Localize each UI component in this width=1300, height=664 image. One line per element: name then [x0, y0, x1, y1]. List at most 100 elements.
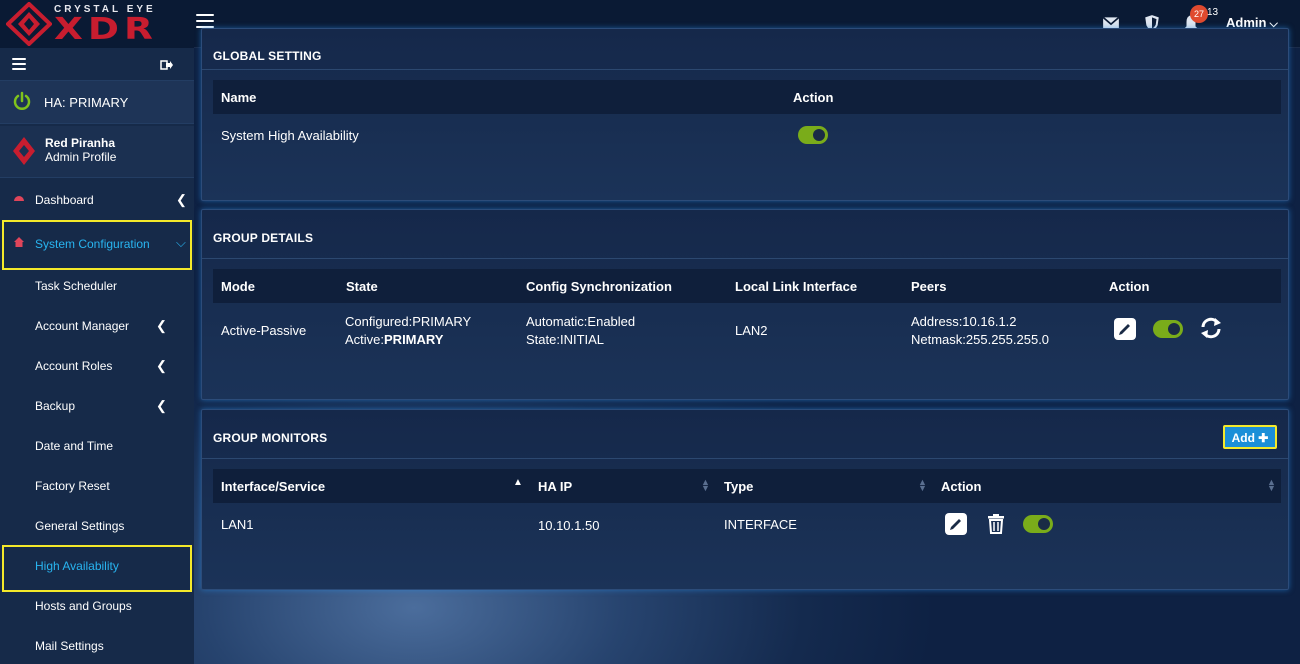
column-header: Local Link Interface [735, 279, 858, 294]
column-header: Action [793, 90, 834, 105]
sidebar-item-label: Factory Reset [35, 479, 110, 493]
ha-status-label: HA: PRIMARY [44, 95, 129, 110]
column-header: Action [1109, 279, 1150, 294]
panel-divider [202, 258, 1288, 259]
sidebar-item-label: System Configuration [35, 237, 150, 251]
chevron-left-icon: ❮ [156, 318, 167, 333]
home-icon [14, 237, 24, 247]
monitor-ha-ip: 10.10.1.50 [538, 518, 600, 533]
panel-divider [202, 69, 1288, 70]
mode-value: Active-Passive [221, 323, 307, 338]
edit-monitor-button[interactable] [945, 513, 967, 535]
sidebar-item-label: Hosts and Groups [35, 599, 132, 613]
sidebar-item-date-and-time[interactable]: Date and Time [0, 426, 194, 466]
system-ha-toggle[interactable] [798, 126, 828, 144]
column-header-type[interactable]: Type [724, 479, 753, 494]
sidebar-item-label: Backup [35, 399, 76, 413]
add-button-label: Add [1231, 431, 1255, 445]
sync-state: State:INITIAL [526, 332, 605, 347]
column-header-ha-ip[interactable]: HA IP [538, 479, 572, 494]
profile-avatar-icon [13, 137, 35, 165]
chevron-down-icon: ⌵ [176, 235, 186, 250]
sort-ascending-icon[interactable]: ▲ [513, 478, 523, 488]
sort-icon[interactable]: ▲ ▼ [918, 478, 927, 493]
peer-address: Address:10.16.1.2 [911, 314, 1017, 329]
column-header: Name [221, 90, 257, 105]
sidebar-menu: Dashboard ❮ System Configuration ⌵ Task … [0, 180, 194, 664]
column-header: Mode [221, 279, 255, 294]
panel-title: GROUP MONITORS [213, 431, 328, 445]
dashboard-icon [14, 196, 24, 201]
sidebar-item-high-availability[interactable]: High Availability [0, 546, 194, 586]
main-content: GLOBAL SETTING Name Action System High A… [194, 28, 1300, 664]
admin-profile[interactable]: Red Piranha Admin Profile [0, 126, 194, 178]
state-active-prefix: Active: [345, 332, 385, 347]
sidebar-item-label: Mail Settings [35, 639, 104, 653]
sidebar-item-label: Date and Time [35, 439, 114, 453]
trash-icon[interactable] [986, 513, 1006, 535]
sidebar-item-dashboard[interactable]: Dashboard ❮ [0, 180, 194, 218]
notification-badge: 27 [1190, 5, 1208, 23]
notification-badge-tail: 13 [1207, 7, 1219, 18]
edit-group-button[interactable] [1114, 318, 1136, 340]
sidebar-tools [0, 48, 194, 80]
column-header-interface-service[interactable]: Interface/Service [221, 479, 325, 494]
chevron-left-icon: ❮ [156, 358, 167, 373]
monitor-interface: LAN1 [221, 517, 254, 532]
local-link-interface: LAN2 [735, 323, 768, 338]
sidebar-item-label: Dashboard [35, 193, 94, 207]
pencil-icon [1119, 324, 1130, 335]
sidebar-item-factory-reset[interactable]: Factory Reset [0, 466, 194, 506]
logout-icon[interactable] [160, 58, 174, 72]
table-header: Name Action [213, 80, 1281, 114]
monitor-enable-toggle[interactable] [1023, 515, 1053, 533]
sidebar-item-label: Account Manager [35, 319, 130, 333]
sidebar-item-backup[interactable]: Backup ❮ [0, 386, 194, 426]
panel-title: GROUP DETAILS [213, 231, 314, 245]
add-monitor-button[interactable]: Add ✚ [1223, 425, 1277, 449]
sidebar-item-mail-settings[interactable]: Mail Settings [0, 626, 194, 664]
plus-icon: ✚ [1258, 431, 1269, 445]
pencil-icon [950, 519, 961, 530]
column-header: State [346, 279, 378, 294]
table-header: Mode State Config Synchronization Local … [213, 269, 1281, 303]
global-setting-panel: GLOBAL SETTING Name Action System High A… [201, 28, 1289, 201]
profile-name: Red Piranha [45, 136, 116, 150]
column-header-action: Action [941, 479, 982, 494]
sidebar-collapse-icon[interactable] [12, 58, 26, 73]
sync-automatic: Automatic:Enabled [526, 314, 636, 329]
setting-name: System High Availability [221, 128, 359, 143]
sidebar-item-label: High Availability [35, 559, 119, 573]
state-configured: Configured:PRIMARY [345, 314, 472, 329]
sidebar-item-account-roles[interactable]: Account Roles ❮ [0, 346, 194, 386]
chevron-left-icon: ❮ [176, 192, 187, 207]
column-header: Peers [911, 279, 947, 294]
panel-title: GLOBAL SETTING [213, 49, 322, 63]
sidebar-item-account-manager[interactable]: Account Manager ❮ [0, 306, 194, 346]
group-details-panel: GROUP DETAILS Mode State Config Synchron… [201, 209, 1289, 400]
brand-title: XDR [54, 12, 158, 47]
sidebar-item-system-configuration[interactable]: System Configuration ⌵ [0, 218, 194, 266]
sidebar-item-general-settings[interactable]: General Settings [0, 506, 194, 546]
group-monitors-panel: GROUP MONITORS Add ✚ Interface/Service ▲… [201, 409, 1289, 590]
ha-status: HA: PRIMARY [0, 80, 194, 124]
group-enable-toggle[interactable] [1153, 320, 1183, 338]
sort-icon[interactable]: ▲ ▼ [1267, 478, 1276, 493]
table-header: Interface/Service ▲ HA IP ▲ ▼ Type ▲ ▼ Act… [213, 469, 1281, 503]
sidebar: HA: PRIMARY Red Piranha Admin Profile Da… [0, 48, 194, 664]
sidebar-item-label: General Settings [35, 519, 125, 533]
monitor-type: INTERFACE [724, 517, 797, 532]
state-active: Active:PRIMARY [345, 332, 443, 347]
sidebar-item-label: Account Roles [35, 359, 113, 373]
panel-divider [202, 458, 1288, 459]
sidebar-item-task-scheduler[interactable]: Task Scheduler [0, 266, 194, 306]
app-logo[interactable]: CRYSTAL EYE XDR [0, 0, 194, 48]
profile-role: Admin Profile [45, 150, 117, 164]
column-header: Config Synchronization [526, 279, 672, 294]
sidebar-item-hosts-and-groups[interactable]: Hosts and Groups [0, 586, 194, 626]
refresh-icon[interactable] [1199, 316, 1223, 340]
sidebar-item-label: Task Scheduler [35, 279, 118, 293]
peer-netmask: Netmask:255.255.255.0 [911, 332, 1050, 347]
sort-icon[interactable]: ▲ ▼ [701, 478, 710, 493]
chevron-left-icon: ❮ [156, 398, 167, 413]
